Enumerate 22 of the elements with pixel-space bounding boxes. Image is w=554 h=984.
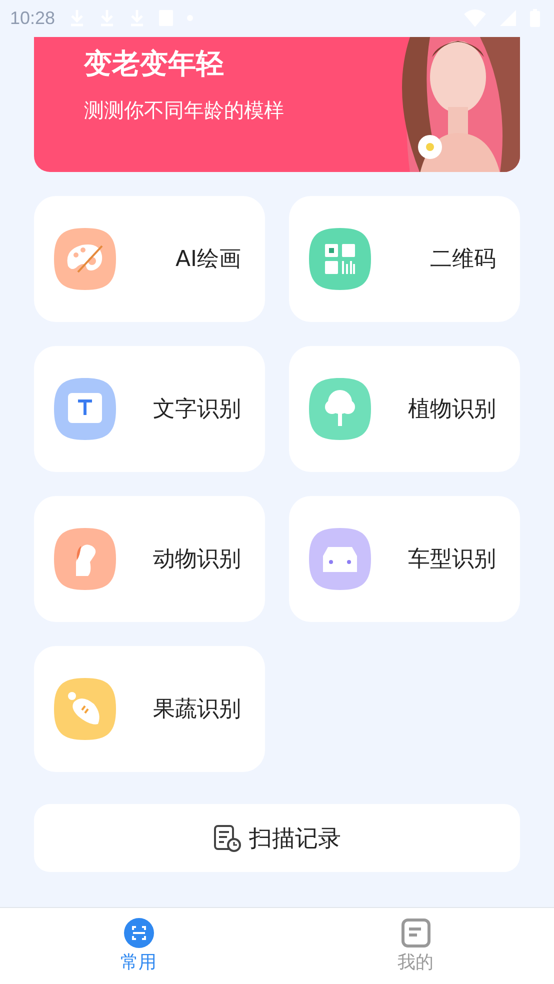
document-clock-icon	[213, 824, 241, 852]
banner-title: 变老变年轻	[84, 46, 225, 82]
banner-subtitle: 测测你不同年龄的模样	[84, 97, 284, 124]
tool-card[interactable]: 动物识别	[34, 496, 265, 622]
tool-label: AI绘画	[175, 246, 241, 274]
tool-label: 植物识别	[408, 396, 496, 424]
status-time: 10:28	[10, 8, 56, 28]
tool-card[interactable]: 车型识别	[289, 496, 520, 622]
tool-card[interactable]: 文字识别	[34, 346, 265, 472]
scan-history-button[interactable]: 扫描记录	[34, 804, 520, 872]
scan-icon	[124, 918, 154, 948]
document-icon	[400, 918, 430, 948]
tool-label: 文字识别	[153, 396, 241, 424]
tool-label: 二维码	[430, 246, 496, 274]
tab[interactable]: 常用	[68, 908, 208, 984]
tool-card[interactable]: 果蔬识别	[34, 646, 265, 772]
tool-label: 果蔬识别	[153, 696, 241, 724]
tool-label: 动物识别	[153, 546, 241, 574]
tool-label: 车型识别	[408, 546, 496, 574]
tool-card[interactable]: AI绘画	[34, 196, 265, 322]
tool-card[interactable]: 二维码	[289, 196, 520, 322]
tool-card[interactable]: 植物识别	[289, 346, 520, 472]
